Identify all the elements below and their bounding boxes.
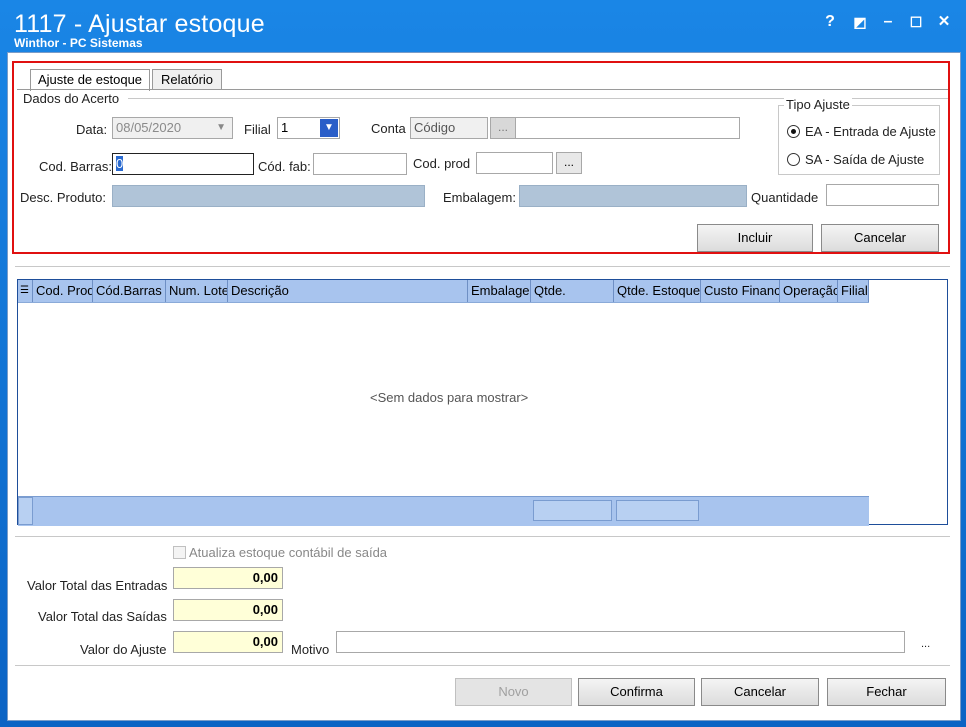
confirma-button[interactable]: Confirma <box>578 678 695 706</box>
col-embalagem[interactable]: Embalagem <box>468 280 531 302</box>
motivo-label: Motivo <box>291 642 330 657</box>
col-qtde-estoque[interactable]: Qtde. Estoque <box>614 280 701 302</box>
fechar-button[interactable]: Fechar <box>827 678 946 706</box>
col-qtde[interactable]: Qtde. <box>531 280 614 302</box>
minimize-icon[interactable]: – <box>876 11 900 33</box>
motivo-lookup-button[interactable]: ... <box>921 638 930 650</box>
valor-entradas-label: Valor Total das Entradas <box>27 578 168 593</box>
col-custo-financ[interactable]: Custo Financ <box>701 280 780 302</box>
col-num-lote[interactable]: Num. Lote <box>166 280 228 302</box>
grid-footer <box>18 496 869 526</box>
col-cod-barras[interactable]: Cód.Barras <box>93 280 166 302</box>
confirma-label: Confirma <box>610 684 663 699</box>
window-subtitle: Winthor - PC Sistemas <box>14 36 143 50</box>
col-filial[interactable]: Filial <box>838 280 869 302</box>
grid-menu-icon[interactable]: ☰ <box>18 280 33 302</box>
grid-empty-message: <Sem dados para mostrar> <box>370 390 529 405</box>
theme-icon[interactable]: ◩ <box>848 11 872 33</box>
grid-header: ☰ Cod. Prod Cód.Barras Num. Lote Descriç… <box>18 280 869 303</box>
novo-label: Novo <box>498 684 529 699</box>
title-bar: 1117 - Ajustar estoque Winthor - PC Sist… <box>0 0 966 52</box>
valor-ajuste-value: 0,00 <box>252 634 278 649</box>
col-cod-prod[interactable]: Cod. Prod <box>33 280 93 302</box>
novo-button[interactable]: Novo <box>455 678 572 706</box>
valor-entradas-value: 0,00 <box>252 570 278 585</box>
highlight-box <box>12 61 950 254</box>
footer-total-qtde <box>533 500 612 521</box>
col-operacao[interactable]: Operação <box>780 280 838 302</box>
col-descricao[interactable]: Descrição <box>228 280 468 302</box>
separator-mid <box>15 536 950 537</box>
footer-total-estoque <box>616 500 699 521</box>
atualiza-estoque-checkbox[interactable] <box>173 546 186 559</box>
separator-bottom <box>15 665 950 666</box>
valor-ajuste-label: Valor do Ajuste <box>80 642 167 657</box>
items-grid[interactable]: ☰ Cod. Prod Cód.Barras Num. Lote Descriç… <box>17 279 948 526</box>
valor-saidas-field: 0,00 <box>173 599 283 621</box>
separator-top <box>15 266 950 267</box>
valor-saidas-value: 0,00 <box>252 602 278 617</box>
valor-saidas-label: Valor Total das Saídas <box>38 609 167 624</box>
window-title: 1117 - Ajustar estoque <box>14 10 265 38</box>
footer-indicator <box>18 497 33 525</box>
close-icon[interactable]: ✕ <box>932 11 956 33</box>
cancelar-button[interactable]: Cancelar <box>701 678 819 706</box>
atualiza-estoque-label: Atualiza estoque contábil de saída <box>189 545 388 560</box>
cancelar-label: Cancelar <box>733 684 787 699</box>
valor-ajuste-field: 0,00 <box>173 631 283 653</box>
valor-entradas-field: 0,00 <box>173 567 283 589</box>
help-icon[interactable]: ? <box>818 11 842 33</box>
app-window: 1117 - Ajustar estoque Winthor - PC Sist… <box>0 0 966 727</box>
fechar-label: Fechar <box>866 684 907 699</box>
motivo-input[interactable] <box>336 631 905 653</box>
maximize-icon[interactable]: ☐ <box>904 11 928 33</box>
